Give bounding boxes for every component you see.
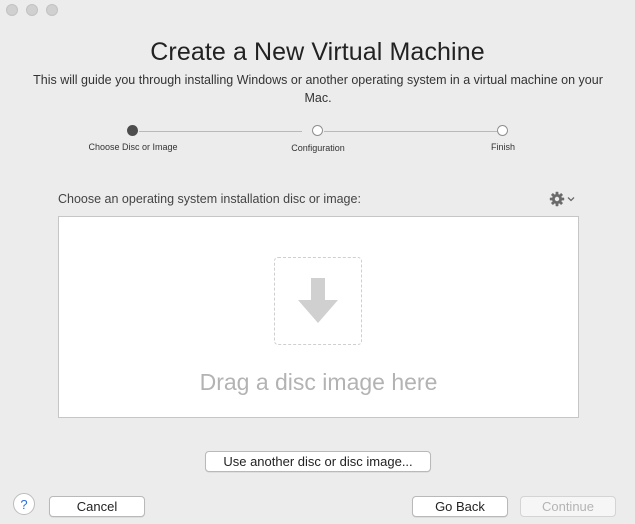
step-label-choose-disc: Choose Disc or Image bbox=[88, 142, 178, 152]
step-dot-choose-disc bbox=[127, 125, 138, 136]
disc-image-drop-zone[interactable]: Drag a disc image here bbox=[58, 216, 579, 418]
continue-button[interactable]: Continue bbox=[520, 496, 616, 517]
close-window-button[interactable] bbox=[6, 4, 18, 16]
gear-icon bbox=[549, 191, 565, 207]
help-icon: ? bbox=[20, 496, 28, 512]
step-label-finish: Finish bbox=[490, 142, 515, 152]
step-dot-configuration bbox=[312, 125, 323, 136]
go-back-button[interactable]: Go Back bbox=[412, 496, 508, 517]
install-source-prompt: Choose an operating system installation … bbox=[58, 192, 361, 206]
minimize-window-button[interactable] bbox=[26, 4, 38, 16]
step-label-configuration: Configuration bbox=[291, 143, 345, 153]
page-subtitle: This will guide you through installing W… bbox=[33, 73, 603, 105]
drop-zone-text: Drag a disc image here bbox=[199, 369, 438, 395]
step-connector bbox=[324, 131, 497, 132]
zoom-window-button[interactable] bbox=[46, 4, 58, 16]
chevron-down-icon bbox=[567, 197, 575, 202]
step-connector bbox=[139, 131, 302, 132]
drop-target-frame bbox=[274, 257, 362, 345]
help-button[interactable]: ? bbox=[13, 493, 35, 515]
page-title: Create a New Virtual Machine bbox=[150, 38, 485, 66]
download-arrow-icon bbox=[298, 278, 338, 323]
step-dot-finish bbox=[497, 125, 508, 136]
cancel-button[interactable]: Cancel bbox=[49, 496, 145, 517]
action-menu-button[interactable] bbox=[549, 191, 575, 207]
use-another-disc-button[interactable]: Use another disc or disc image... bbox=[205, 451, 431, 472]
window-controls bbox=[6, 4, 58, 16]
step-indicator: Choose Disc or Image Configuration Finis… bbox=[0, 124, 635, 174]
